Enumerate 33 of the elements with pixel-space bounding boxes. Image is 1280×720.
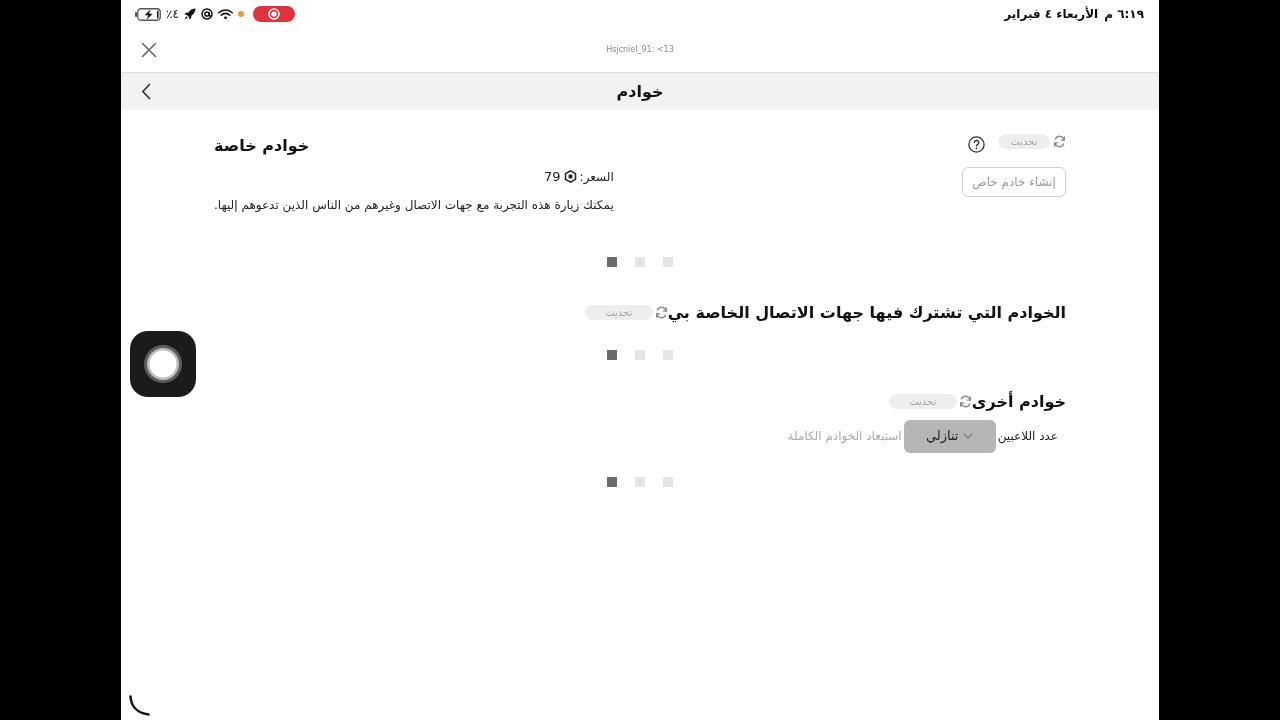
refresh-icon[interactable] bbox=[654, 306, 668, 319]
battery-percent: ٪٤ bbox=[166, 6, 179, 23]
screen-recording-icon[interactable] bbox=[252, 6, 295, 22]
rocket-icon bbox=[183, 8, 196, 20]
section-heading: الخوادم التي تشترك فيها جهات الاتصال الخاصة بي bbox=[667, 302, 1066, 323]
help-icon[interactable] bbox=[968, 135, 985, 153]
ring-icon bbox=[143, 344, 183, 384]
section-heading: خوادم خاصة bbox=[214, 136, 310, 156]
exclude-full-servers-label[interactable]: استبعاد الخوادم الكاملة bbox=[787, 427, 902, 445]
refresh-icon[interactable] bbox=[1053, 134, 1066, 148]
refresh-button[interactable]: تحديث bbox=[888, 394, 957, 409]
floating-touch-button[interactable] bbox=[130, 331, 196, 397]
refresh-button[interactable]: تحديث bbox=[584, 305, 653, 320]
section-heading: خوادم أخرى bbox=[971, 391, 1066, 412]
wifi-icon bbox=[217, 8, 233, 20]
refresh-icon[interactable] bbox=[958, 395, 972, 408]
private-servers-description: يمكنك زيارة هذه التجربة مع جهات الاتصال وغيرهم من الناس الذين تدعوهم إليها. bbox=[214, 196, 614, 214]
create-private-server-button[interactable]: إنشاء خادم خاص bbox=[962, 167, 1066, 197]
corner-arc-icon bbox=[129, 695, 150, 716]
chevron-down-icon bbox=[963, 433, 974, 439]
back-chevron-icon[interactable] bbox=[141, 83, 151, 100]
price-value: 79 bbox=[544, 168, 561, 186]
status-date: الأربعاء ٤ فبراير bbox=[1004, 5, 1099, 23]
close-icon[interactable] bbox=[141, 42, 157, 58]
hexagon-coin-icon bbox=[563, 170, 577, 184]
page-title: خوادم bbox=[616, 80, 664, 103]
at-sign-icon bbox=[200, 8, 213, 20]
user-label: Hsjcniel_91: <13 bbox=[606, 44, 674, 56]
price-label: السعر: bbox=[579, 168, 614, 186]
player-count-label: عدد اللاعبين bbox=[997, 428, 1058, 445]
sort-dropdown[interactable]: تنازلي bbox=[903, 419, 996, 453]
refresh-button[interactable]: تحديث bbox=[998, 133, 1050, 149]
status-time: ٦:١٩ م bbox=[1104, 6, 1144, 23]
